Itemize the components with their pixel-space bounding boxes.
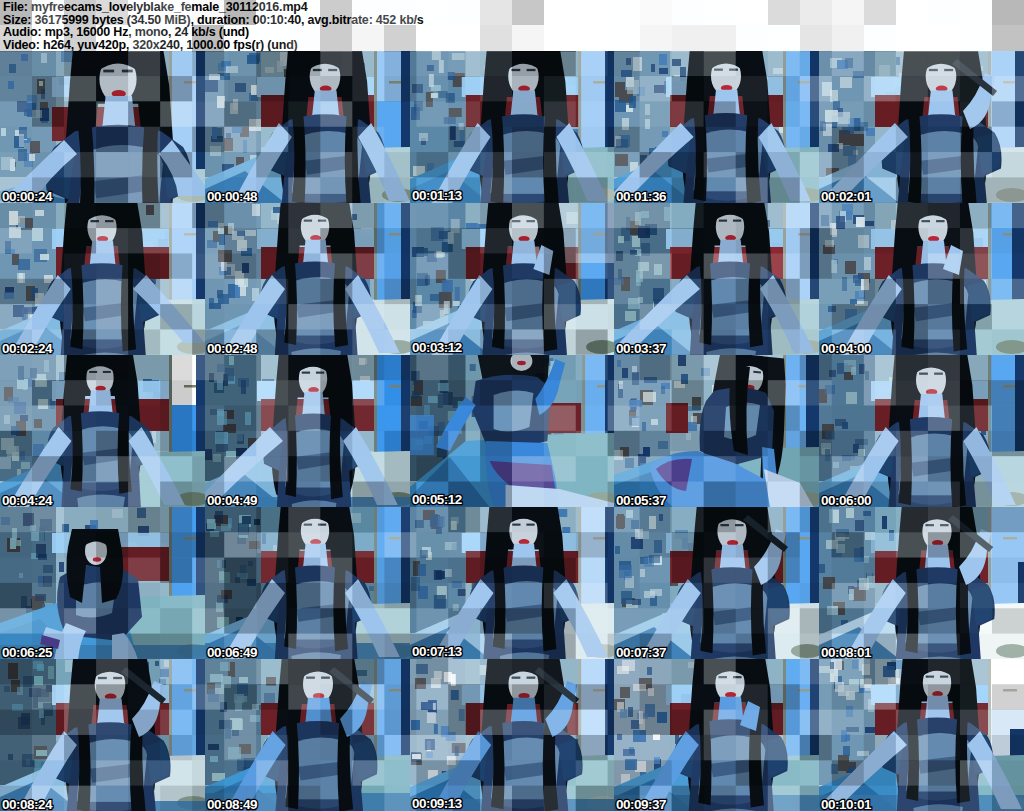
svg-text:00:07:13: 00:07:13 [412,644,462,659]
svg-text:00:04:24: 00:04:24 [2,493,53,508]
svg-text:00:03:37: 00:03:37 [616,341,666,356]
svg-text:00:01:13: 00:01:13 [412,188,462,203]
svg-text:00:08:01: 00:08:01 [821,645,872,660]
svg-text:00:02:48: 00:02:48 [207,341,258,356]
svg-text:00:08:24: 00:08:24 [2,797,53,811]
svg-text:00:03:12: 00:03:12 [412,340,462,355]
svg-text:00:09:13: 00:09:13 [412,796,462,811]
svg-text:00:09:37: 00:09:37 [616,797,666,811]
svg-text:00:00:24: 00:00:24 [2,189,53,204]
svg-text:00:07:37: 00:07:37 [616,645,666,660]
svg-text:00:10:01: 00:10:01 [821,797,872,811]
svg-text:00:06:49: 00:06:49 [207,645,257,660]
svg-text:00:02:01: 00:02:01 [821,189,872,204]
svg-text:00:05:37: 00:05:37 [616,493,666,508]
svg-text:00:05:12: 00:05:12 [412,492,462,507]
svg-text:00:04:49: 00:04:49 [207,493,257,508]
svg-text:00:06:25: 00:06:25 [2,645,53,660]
svg-text:00:02:24: 00:02:24 [2,341,53,356]
svg-text:00:01:36: 00:01:36 [616,189,667,204]
svg-text:00:04:00: 00:04:00 [821,341,871,356]
svg-text:00:00:48: 00:00:48 [207,189,258,204]
svg-text:00:06:00: 00:06:00 [821,493,871,508]
svg-text:00:08:49: 00:08:49 [207,797,257,811]
